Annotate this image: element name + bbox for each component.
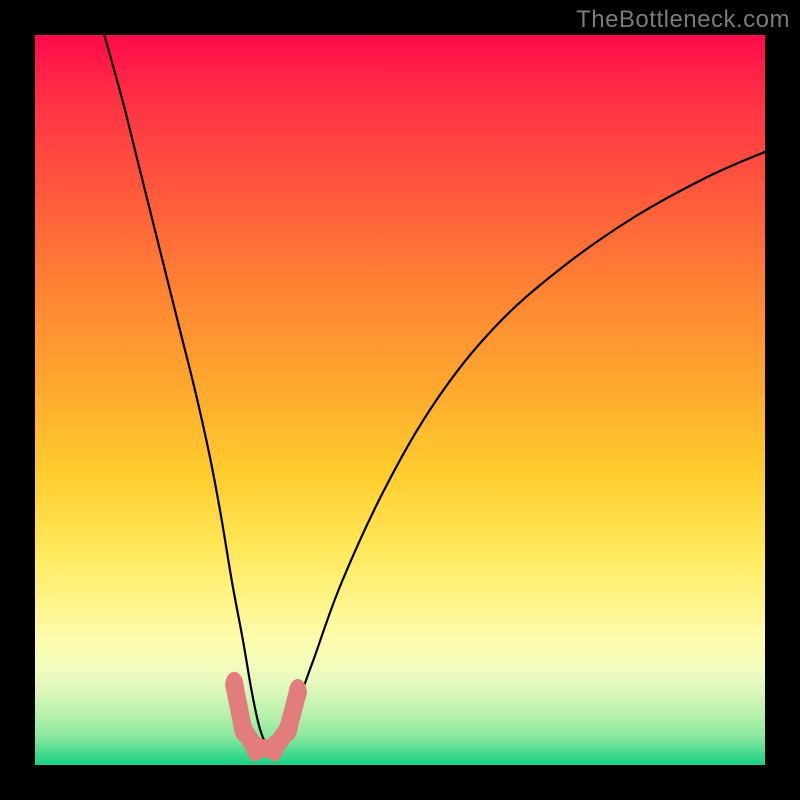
marker-left-lower [234, 716, 252, 742]
marker-right-upper [289, 679, 307, 705]
marker-valley-left [246, 735, 264, 761]
chart-svg [35, 35, 765, 765]
plot-area [35, 35, 765, 765]
watermark-text: TheBottleneck.com [576, 6, 790, 34]
curve-markers-group [225, 672, 307, 762]
marker-valley-right [265, 735, 283, 761]
bottleneck-curve [104, 35, 765, 751]
chart-stage: TheBottleneck.com [0, 0, 800, 800]
marker-right-lower [279, 716, 297, 742]
marker-left-upper [225, 672, 243, 698]
